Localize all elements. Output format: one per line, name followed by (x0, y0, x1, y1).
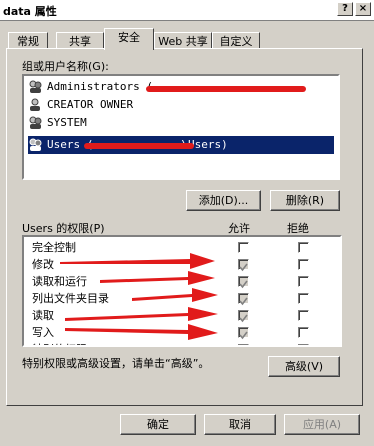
apply-button[interactable]: 应用(A) (284, 414, 360, 435)
user-name: CREATOR OWNER (47, 98, 134, 111)
group-icon (29, 116, 42, 129)
redaction-mark (84, 143, 194, 149)
permissions-label: Users 的权限(P) (22, 222, 105, 235)
title-bar: data 属性 ? × (0, 0, 374, 21)
user-name: Administrators ( (47, 80, 153, 93)
arrow-icon (60, 253, 215, 269)
group-icon (29, 80, 42, 93)
allow-checkbox[interactable] (238, 344, 249, 345)
user-icon (30, 98, 40, 111)
arrow-icon (65, 307, 218, 321)
permission-label: 读取 (32, 309, 54, 322)
close-button[interactable]: × (355, 2, 371, 16)
deny-checkbox[interactable] (298, 310, 309, 321)
deny-checkbox[interactable] (298, 344, 309, 345)
annotation-arrows (60, 253, 218, 340)
deny-checkbox[interactable] (298, 276, 309, 287)
user-name: SYSTEM (47, 116, 87, 129)
arrow-icon (132, 288, 218, 302)
remove-button[interactable]: 删除(R) (270, 190, 340, 211)
tab-security[interactable]: 安全 (104, 28, 154, 50)
arrow-icon (65, 324, 218, 340)
cancel-button[interactable]: 取消 (204, 414, 276, 435)
list-item-system[interactable]: SYSTEM (28, 114, 334, 132)
arrow-icon (100, 271, 215, 285)
permission-row: 特别的权限 (32, 341, 332, 345)
help-button[interactable]: ? (337, 2, 353, 16)
permission-label: 特别的权限 (32, 343, 87, 345)
deny-checkbox[interactable] (298, 259, 309, 270)
deny-header: 拒绝 (287, 222, 309, 235)
advanced-hint: 特别权限或高级设置，请单击“高级”。 (22, 357, 210, 370)
permission-label: 修改 (32, 258, 54, 271)
deny-checkbox[interactable] (298, 327, 309, 338)
redaction-mark (146, 86, 306, 92)
group-icon (29, 138, 42, 151)
ok-button[interactable]: 确定 (120, 414, 196, 435)
list-item-creator-owner[interactable]: CREATOR OWNER (28, 96, 334, 114)
add-button[interactable]: 添加(D)... (186, 190, 261, 211)
permission-label: 写入 (32, 326, 54, 339)
allow-header: 允许 (228, 222, 250, 235)
groups-label: 组或用户名称(G): (22, 60, 109, 73)
advanced-button[interactable]: 高级(V) (268, 356, 340, 377)
deny-checkbox[interactable] (298, 293, 309, 304)
window-title: data 属性 (3, 5, 57, 18)
deny-checkbox[interactable] (298, 242, 309, 253)
